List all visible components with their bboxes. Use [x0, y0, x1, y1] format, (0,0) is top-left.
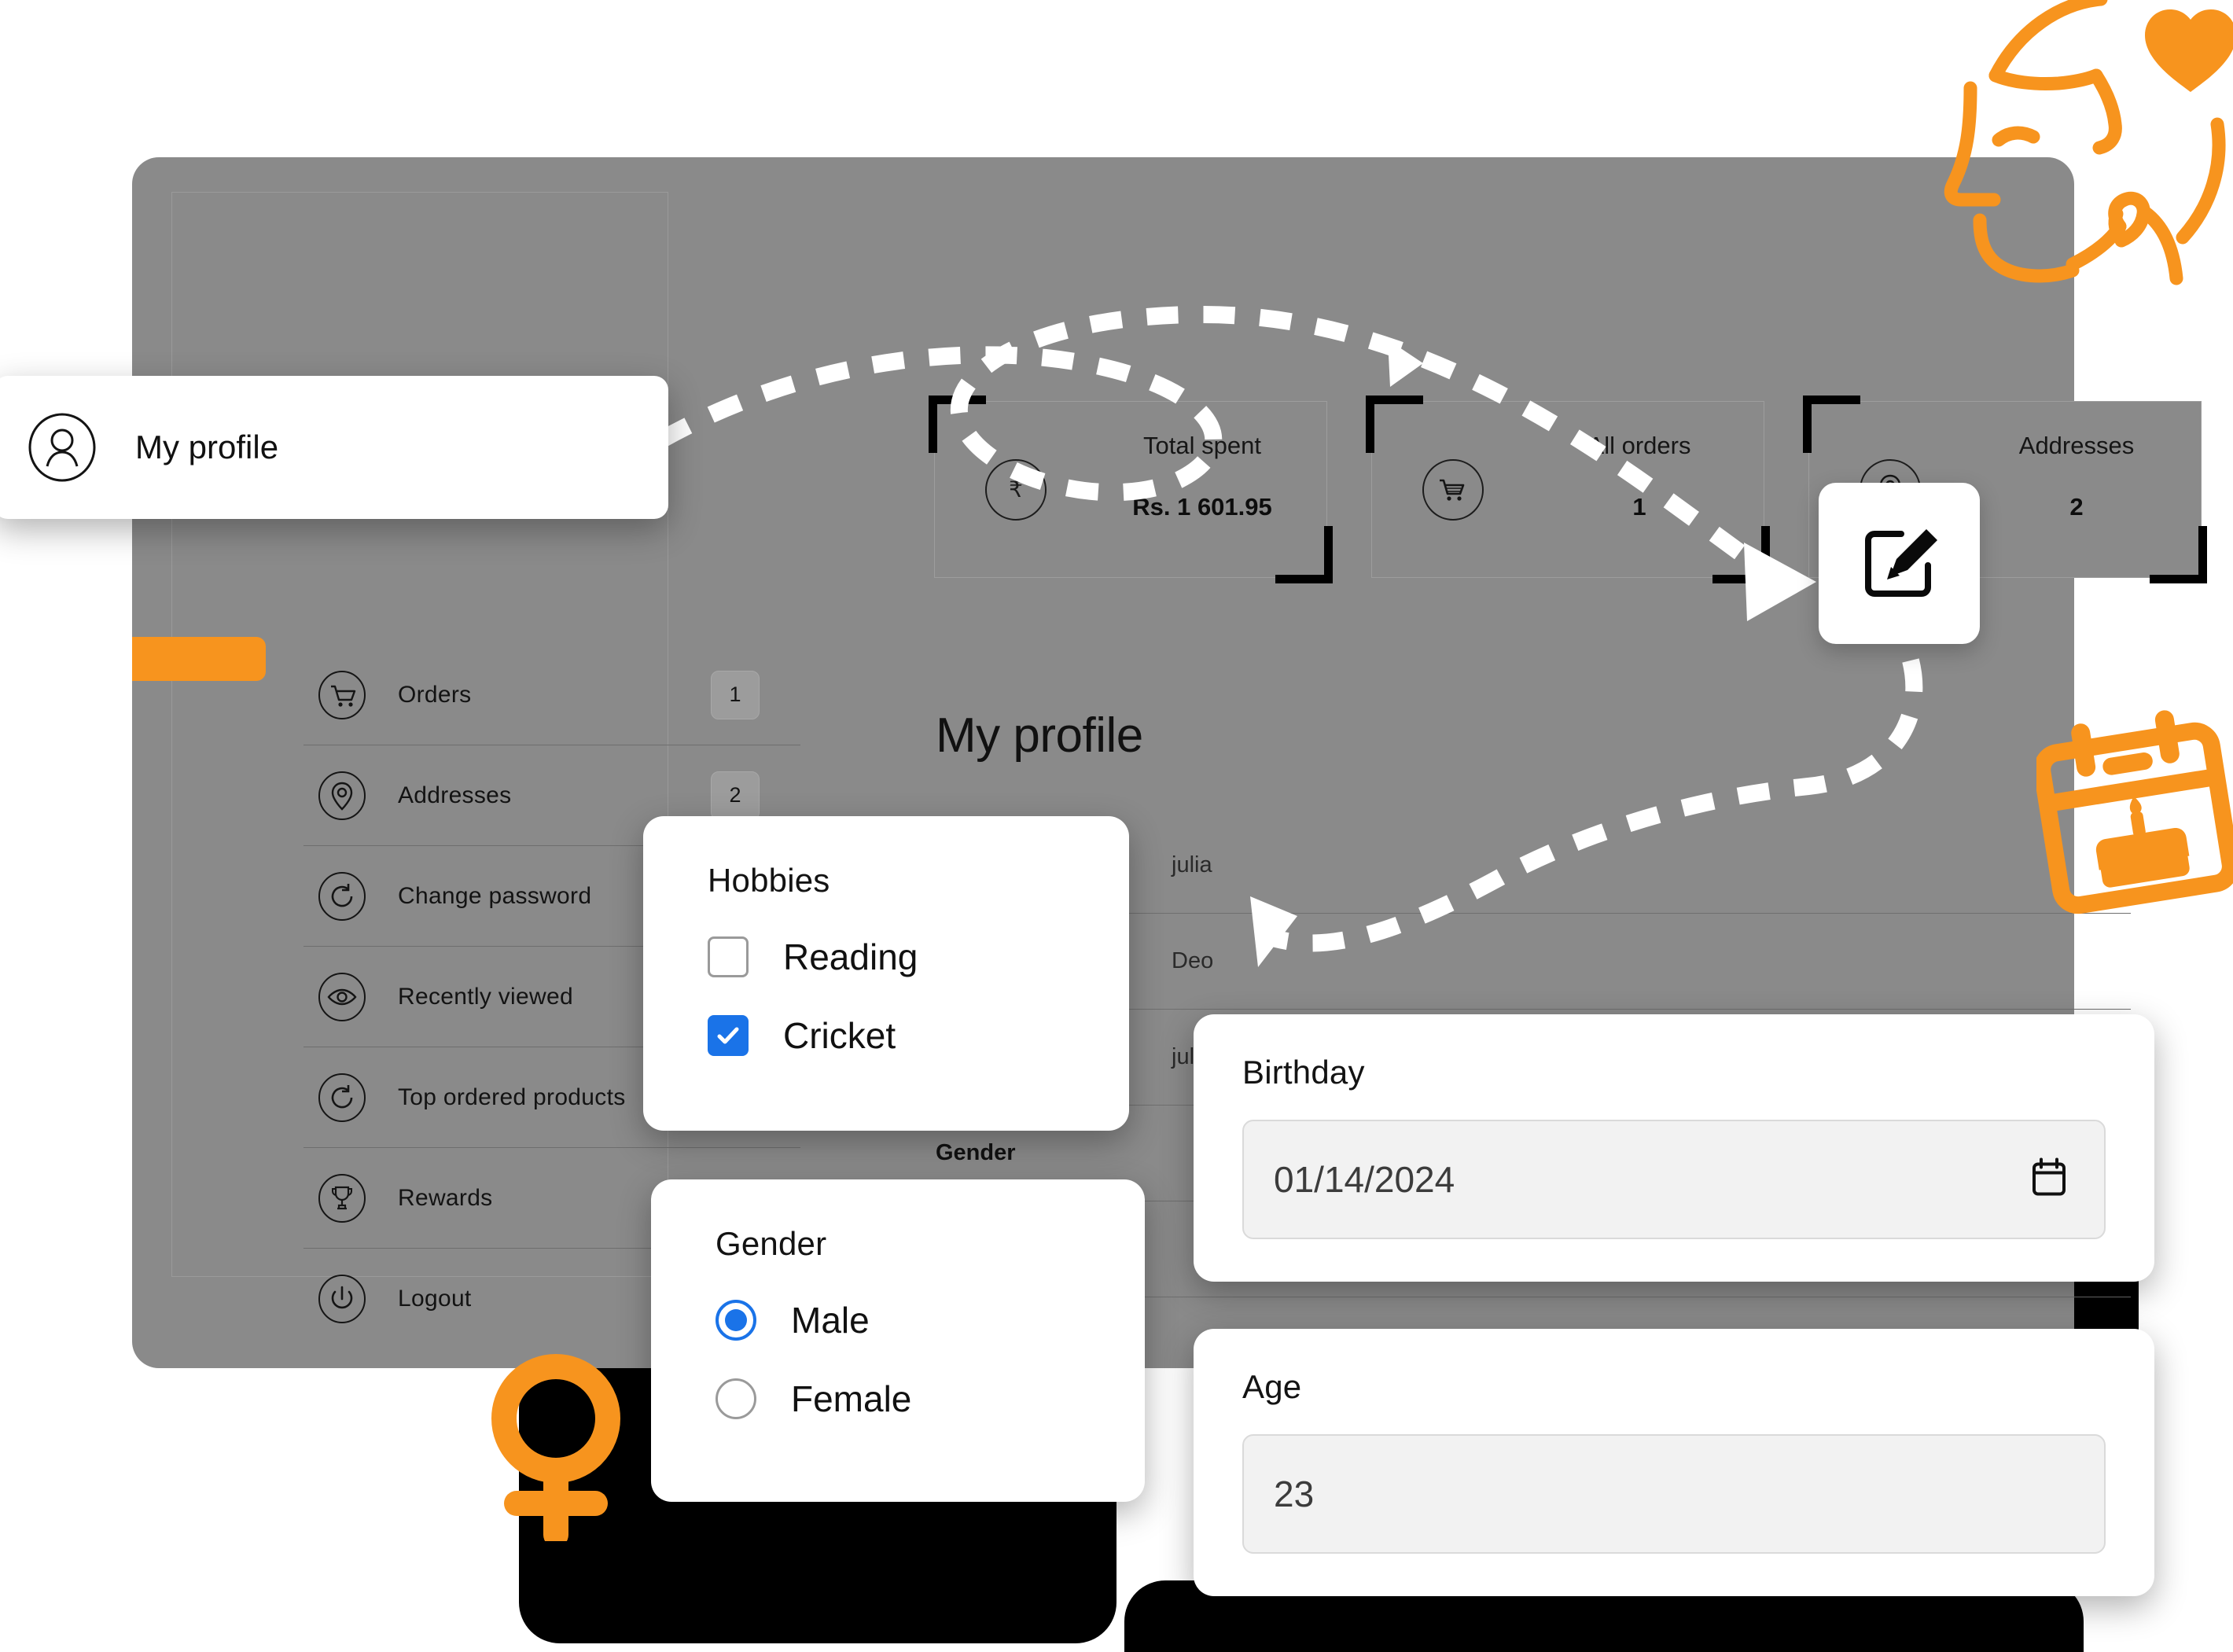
birthday-value: 01/14/2024 [1274, 1159, 1455, 1200]
gender-option-female[interactable]: Female [716, 1378, 1145, 1420]
card-hobbies: Hobbies Reading Cricket [643, 816, 1129, 1131]
hobby-option-label: Cricket [783, 1015, 896, 1056]
radio-unselected-icon[interactable] [716, 1378, 756, 1419]
calendar-icon[interactable] [2027, 1156, 2071, 1204]
card-my-profile-label: My profile [135, 429, 279, 465]
hobby-option-label: Reading [783, 936, 918, 977]
age-input[interactable]: 23 [1242, 1434, 2106, 1554]
birthday-date-input[interactable]: 01/14/2024 [1242, 1120, 2106, 1239]
card-birthday-heading: Birthday [1242, 1054, 1365, 1091]
card-age: Age 23 [1194, 1329, 2154, 1596]
gender-option-male[interactable]: Male [716, 1299, 1145, 1341]
card-birthday: Birthday 01/14/2024 [1194, 1014, 2154, 1282]
screenshot-stage: Julia julia808@gmail.com Orders 1 Addres… [0, 0, 2233, 1652]
card-gender: Gender Male Female [651, 1179, 1145, 1502]
gender-option-label: Male [791, 1300, 870, 1341]
age-value: 23 [1274, 1474, 1315, 1514]
card-gender-heading: Gender [716, 1225, 827, 1262]
user-avatar-icon [27, 412, 97, 483]
gender-option-label: Female [791, 1378, 912, 1419]
arrow-head-icon [1250, 896, 1297, 967]
edit-pencil-icon [1864, 528, 1937, 597]
hobby-option-reading[interactable]: Reading [708, 936, 1129, 978]
card-my-profile[interactable]: My profile [0, 376, 668, 519]
hobby-option-cricket[interactable]: Cricket [708, 1014, 1129, 1057]
checkbox-unchecked-icon[interactable] [708, 936, 749, 977]
card-age-heading: Age [1242, 1368, 1302, 1405]
arrow-head-icon [1388, 340, 1423, 387]
radio-selected-icon[interactable] [716, 1300, 756, 1341]
card-hobbies-heading: Hobbies [708, 862, 830, 899]
arrow-head-icon [1744, 543, 1816, 621]
checkbox-checked-icon[interactable] [708, 1015, 749, 1056]
edit-profile-button[interactable] [1819, 483, 1980, 644]
